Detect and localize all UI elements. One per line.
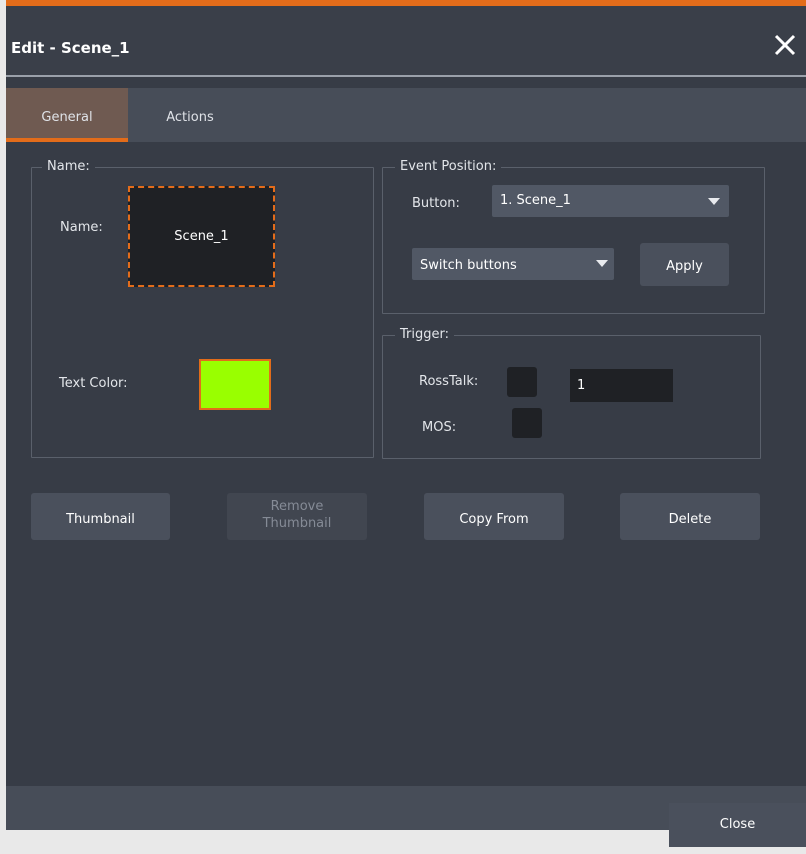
name-group-legend: Name: bbox=[42, 159, 95, 174]
close-icon[interactable] bbox=[772, 32, 798, 58]
thumbnail-button-label: Thumbnail bbox=[66, 512, 135, 527]
chevron-down-icon bbox=[596, 260, 608, 267]
copy-from-button-label: Copy From bbox=[459, 512, 529, 527]
tab-actions[interactable]: Actions bbox=[136, 88, 244, 142]
edit-dialog: Edit - Scene_1 General Actions Name: Nam… bbox=[6, 0, 806, 847]
close-button[interactable]: Close bbox=[669, 803, 806, 847]
event-position-legend: Event Position: bbox=[395, 159, 502, 174]
button-select[interactable]: 1. Scene_1 bbox=[492, 185, 729, 217]
chevron-down-icon bbox=[708, 198, 720, 205]
switch-mode-value: Switch buttons bbox=[420, 258, 517, 273]
tab-actions-label: Actions bbox=[166, 110, 214, 125]
name-label: Name: bbox=[60, 220, 103, 235]
active-tab-indicator bbox=[6, 138, 128, 142]
name-value: Scene_1 bbox=[174, 229, 229, 244]
rosstalk-checkbox[interactable] bbox=[507, 367, 537, 397]
tab-bar: General Actions bbox=[6, 88, 806, 142]
rosstalk-label: RossTalk: bbox=[419, 374, 479, 389]
switch-mode-select[interactable]: Switch buttons bbox=[412, 248, 614, 280]
apply-button-label: Apply bbox=[666, 259, 703, 274]
copy-from-button[interactable]: Copy From bbox=[424, 493, 564, 540]
button-label: Button: bbox=[412, 196, 460, 211]
button-select-value: 1. Scene_1 bbox=[500, 193, 571, 208]
dialog-header: Edit - Scene_1 bbox=[6, 6, 806, 75]
remove-thumbnail-label-line1: Remove bbox=[270, 499, 324, 514]
mos-checkbox[interactable] bbox=[512, 408, 542, 438]
text-color-swatch[interactable] bbox=[199, 359, 271, 410]
thumbnail-button[interactable]: Thumbnail bbox=[31, 493, 170, 540]
dialog-title: Edit - Scene_1 bbox=[11, 39, 130, 57]
remove-thumbnail-button[interactable]: Remove Thumbnail bbox=[227, 493, 367, 540]
header-divider bbox=[6, 75, 806, 77]
tab-general-label: General bbox=[41, 110, 93, 125]
tab-general[interactable]: General bbox=[6, 88, 128, 142]
dialog-footer: Close bbox=[6, 786, 806, 847]
remove-thumbnail-label-line2: Thumbnail bbox=[262, 516, 332, 531]
apply-button[interactable]: Apply bbox=[640, 243, 729, 286]
delete-button-label: Delete bbox=[668, 512, 712, 527]
trigger-legend: Trigger: bbox=[395, 327, 454, 342]
name-field[interactable]: Scene_1 bbox=[128, 186, 275, 287]
delete-button[interactable]: Delete bbox=[620, 493, 760, 540]
text-color-label: Text Color: bbox=[59, 376, 128, 391]
mos-label: MOS: bbox=[422, 420, 457, 435]
rosstalk-input[interactable] bbox=[570, 369, 673, 402]
close-button-label: Close bbox=[719, 817, 756, 832]
